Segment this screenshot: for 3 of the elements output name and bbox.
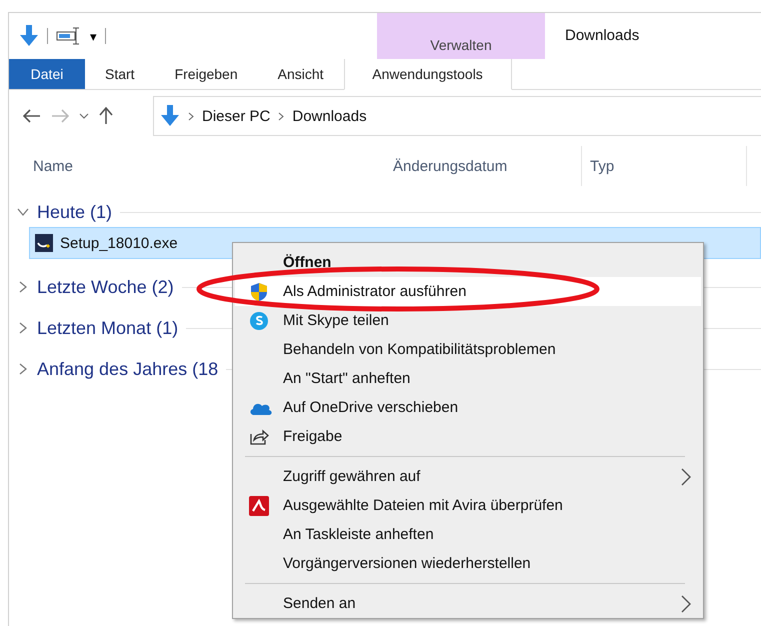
window-title: Downloads: [564, 26, 640, 46]
file-name: Setup_18010.exe: [60, 234, 178, 252]
contextual-tab-header: Verwalten: [377, 13, 545, 59]
